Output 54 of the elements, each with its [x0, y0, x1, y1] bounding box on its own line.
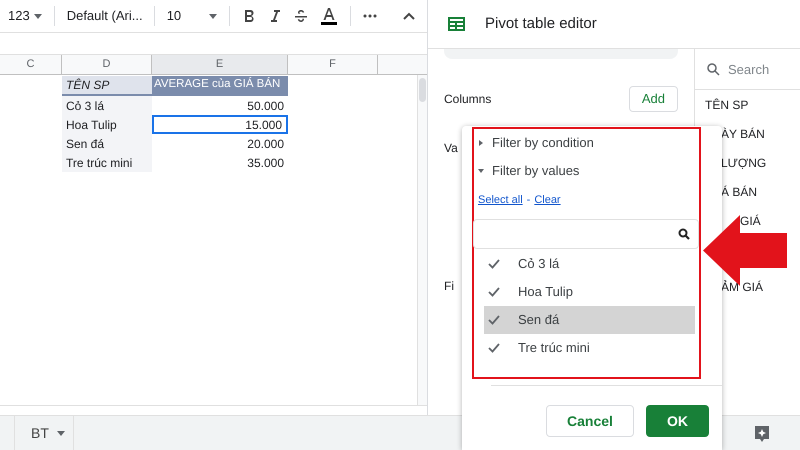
clear-link[interactable]: Clear — [534, 192, 561, 208]
table-cell[interactable]: 35.000 — [152, 153, 288, 172]
value-search-field[interactable] — [473, 219, 699, 249]
search-field[interactable]: Search — [728, 60, 788, 80]
cancel-button[interactable]: Cancel — [546, 405, 634, 437]
table-cell[interactable]: 50.000 — [152, 96, 288, 115]
table-icon — [448, 17, 465, 31]
section-label: Va — [444, 140, 458, 156]
field-item[interactable]: LƯỢNG — [721, 154, 766, 172]
table-cell: Tre trúc mini — [62, 153, 152, 172]
add-button[interactable]: Add — [628, 86, 678, 112]
field-item[interactable]: ẢM GIÁ — [721, 278, 764, 296]
caret-icon — [56, 430, 65, 436]
filter-section-toggle[interactable]: Filter by condition — [474, 129, 699, 157]
field-item[interactable]: ÀY BÁN — [721, 124, 765, 142]
caret-down-icon — [478, 168, 484, 174]
column-header[interactable]: E — [152, 55, 288, 74]
more-icon[interactable] — [362, 14, 377, 18]
field-item[interactable]: TÊN SP — [705, 96, 748, 114]
column-header[interactable]: F — [288, 55, 378, 74]
value-option[interactable]: Tre trúc mini — [484, 334, 695, 362]
ok-button[interactable]: OK — [646, 405, 709, 437]
font-size-dropdown[interactable]: 10 — [166, 6, 217, 26]
table-cell: Cỏ 3 lá — [62, 96, 152, 115]
caret-icon — [208, 14, 217, 18]
value-option[interactable]: Cỏ 3 lá — [484, 250, 695, 278]
table-cell[interactable]: 20.000 — [152, 134, 288, 153]
caret-icon — [34, 14, 42, 18]
column-header[interactable]: C — [0, 55, 62, 74]
scrollbar-thumb[interactable] — [419, 78, 426, 102]
section-label: Columns — [444, 90, 492, 108]
strikethrough-icon[interactable] — [294, 9, 308, 23]
text-color-icon[interactable] — [320, 7, 338, 25]
font-dropdown[interactable]: Default (Ari... — [66, 6, 142, 26]
select-all-link[interactable]: Select all — [478, 192, 523, 208]
value-option[interactable]: Sen đá — [484, 306, 695, 334]
value-option[interactable]: Hoa Tulip — [484, 278, 695, 306]
number-format-button[interactable]: 123 — [8, 6, 42, 26]
editor-title: Pivot table editor — [485, 14, 597, 34]
search-icon — [678, 228, 690, 240]
section-label: Fi — [444, 278, 454, 294]
link-separator: - — [526, 192, 530, 208]
field-item[interactable]: GIÁ — [740, 212, 761, 230]
table-cell: AVERAGE của GIÁ BÁN — [152, 76, 288, 96]
table-cell[interactable]: 15.000 — [152, 115, 288, 134]
filter-section-toggle[interactable]: Filter by values — [474, 157, 699, 185]
sheet-tab[interactable]: BT — [14, 416, 74, 450]
search-icon — [707, 63, 720, 76]
caret-right-icon — [478, 140, 484, 146]
explore-icon[interactable] — [754, 425, 770, 443]
table-cell: TÊN SP — [62, 76, 152, 96]
collapse-icon[interactable] — [403, 12, 415, 20]
table-cell: Sen đá — [62, 134, 152, 153]
table-cell: Hoa Tulip — [62, 115, 152, 134]
